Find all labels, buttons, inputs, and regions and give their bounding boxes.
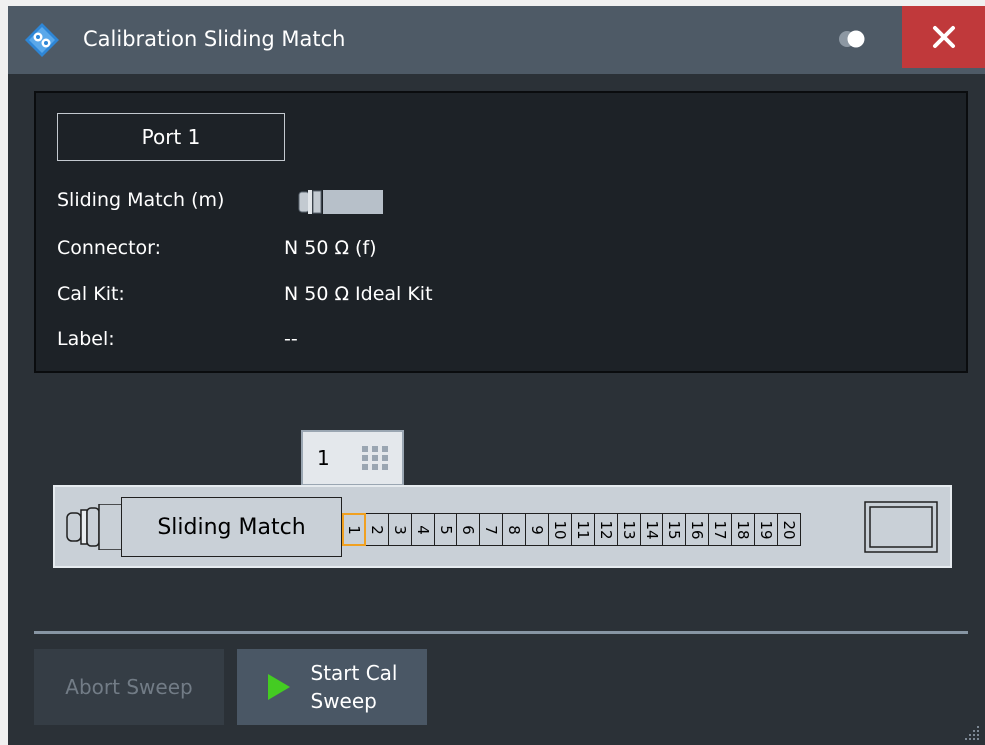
close-button[interactable] [902,6,985,68]
position-cell-label: 18 [734,519,753,540]
position-input[interactable]: 1 [301,430,404,486]
position-cell[interactable]: 16 [685,513,710,546]
title-bar[interactable]: Calibration Sliding Match [8,6,985,74]
position-cell[interactable]: 9 [525,513,550,546]
position-cell[interactable]: 19 [754,513,778,546]
keypad-icon[interactable] [360,444,390,472]
position-cell[interactable]: 17 [708,513,733,546]
position-cell-label: 14 [642,519,661,540]
position-cell-label: 4 [413,524,432,535]
position-cell[interactable]: 3 [387,513,412,546]
start-label-line2: Sweep [310,689,377,713]
position-cell[interactable]: 2 [364,513,389,546]
position-cell[interactable]: 18 [731,513,756,546]
position-cell-label: 17 [711,519,730,540]
calibration-info-panel: Port 1 Sliding Match (m) Connector: N 50… [34,91,968,373]
position-cell[interactable]: 5 [433,513,458,546]
label-value: -- [284,328,298,350]
position-cell[interactable]: 14 [639,513,664,546]
position-cell[interactable]: 7 [479,513,504,546]
position-cell[interactable]: 1 [342,513,366,546]
position-cell-label: 9 [528,524,547,535]
position-cell-label: 8 [505,524,524,535]
slider-end-icon [864,501,938,553]
position-cell-label: 2 [367,524,386,535]
position-cell[interactable]: 8 [502,513,527,546]
toggle-icon[interactable] [837,29,867,49]
position-cell[interactable]: 13 [616,513,641,546]
sliding-match-connector-icon [298,190,383,214]
position-cell-label: 15 [665,519,684,540]
position-cell[interactable]: 10 [548,513,572,546]
window-title: Calibration Sliding Match [83,27,346,51]
calkit-label: Cal Kit: [57,283,125,305]
position-cell-label: 1 [344,524,363,535]
position-cell[interactable]: 6 [456,513,481,546]
position-cell-label: 16 [688,519,707,540]
position-cell-label: 7 [482,524,501,535]
sliding-match-positions: Sliding Match 1 2 3 4 5 6 7 8 9 10 11 12 13 14 15 16 17 1… [53,485,952,568]
position-cell-label: 11 [573,519,592,540]
sliding-match-body: Sliding Match [121,497,342,557]
position-cell-label: 13 [619,519,638,540]
close-icon [932,26,955,48]
separator [34,631,968,634]
start-cal-sweep-button[interactable]: Start Cal Sweep [237,649,427,725]
port-tab[interactable]: Port 1 [57,113,285,161]
position-cell-label: 20 [779,519,798,540]
position-cell[interactable]: 4 [410,513,435,546]
connector-value: N 50 Ω (f) [284,237,377,259]
label-label: Label: [57,328,115,350]
resize-grip-icon[interactable] [963,724,981,742]
play-icon [267,674,290,700]
position-cell[interactable]: 20 [776,513,801,546]
position-cell-label: 5 [436,524,455,535]
standard-label: Sliding Match (m) [57,189,225,211]
position-cell-label: 6 [459,524,478,535]
calibration-dialog: Calibration Sliding Match Port 1 Sliding… [8,6,985,745]
position-cell[interactable]: 15 [662,513,687,546]
calkit-value: N 50 Ω Ideal Kit [284,283,433,305]
position-cell-label: 19 [756,519,775,540]
position-cell[interactable]: 12 [593,513,618,546]
position-value: 1 [317,446,330,470]
connector-label: Connector: [57,237,162,259]
position-cell-label: 10 [550,519,569,540]
position-cell[interactable]: 11 [570,513,595,546]
connector-end-icon [66,504,124,550]
rohde-schwarz-logo [25,23,59,57]
position-cell-label: 3 [390,524,409,535]
position-cells: 1 2 3 4 5 6 7 8 9 10 11 12 13 14 15 16 17 18 19 20 [342,513,801,546]
position-cell-label: 12 [596,519,615,540]
abort-sweep-button[interactable]: Abort Sweep [34,649,224,725]
start-label-line1: Start Cal [310,661,398,685]
